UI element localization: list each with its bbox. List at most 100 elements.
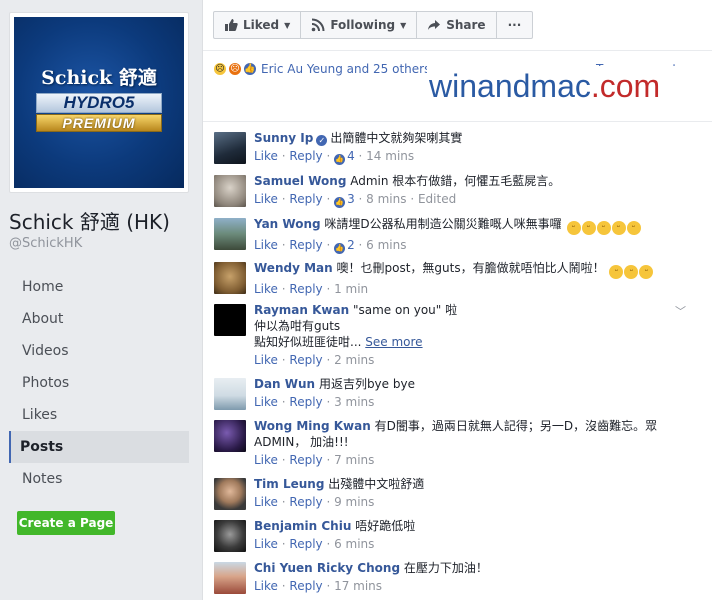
comment-like-count[interactable]: 👍 3 [334,192,355,208]
comment-author[interactable]: Wendy Man [254,261,333,275]
comment-text: 咪請埋D公器私用制造公關災難嘅人咪無事囉 [324,217,562,231]
like-link[interactable]: Like [254,537,278,551]
reply-link[interactable]: Reply [289,495,322,509]
reply-link[interactable]: Reply [289,238,322,252]
share-button[interactable]: Share [416,11,497,39]
laughing-emoji-icon: ᵕ [626,221,641,235]
like-reaction-icon: 👍 [243,62,257,76]
like-link[interactable]: Like [254,238,278,252]
comment-text-line: ADMIN， 加油!!! [254,435,349,449]
comment-time[interactable]: 9 mins [334,495,374,509]
thumbs-up-icon: 👍 [334,197,346,208]
reactions-bar[interactable]: ☹ ☹ 👍 Eric Au Yeung and 25 others [213,58,430,80]
post-panel: Liked ▼ Following ▼ Share ··· ☹ ☹ 👍 Eric… [202,0,712,600]
avatar[interactable] [214,478,246,510]
avatar[interactable] [214,420,246,452]
following-button[interactable]: Following ▼ [300,11,418,39]
comment-time[interactable]: 3 mins [334,395,374,409]
reply-link[interactable]: Reply [289,537,322,551]
avatar[interactable] [214,132,246,164]
chevron-down-icon: ▼ [400,20,407,30]
comment-text: 用返吉列bye bye [318,377,415,391]
avatar[interactable] [214,520,246,552]
liked-button[interactable]: Liked ▼ [213,11,302,39]
laughing-emoji-icon: ᵕ [596,221,611,235]
create-page-button[interactable]: Create a Page [17,511,115,535]
logo-hydro: HYDRO5 [36,93,162,113]
thumbs-up-icon: 👍 [334,154,346,165]
nav-item-videos[interactable]: Videos [9,335,189,367]
comment-author[interactable]: Samuel Wong [254,174,346,188]
like-link[interactable]: Like [254,192,278,206]
comment-time[interactable]: 2 mins [334,353,374,367]
nav-item-likes[interactable]: Likes [9,399,189,431]
comment-time[interactable]: 14 mins [366,149,414,163]
reply-link[interactable]: Reply [289,282,322,296]
laughing-emoji-icon: ᵕ [624,265,639,279]
reply-link[interactable]: Reply [289,192,322,206]
comment-text: 有D闇事，過兩日就無人記得；另一D，沒齒難忘。眾 [374,419,658,433]
like-link[interactable]: Like [254,453,278,467]
like-link[interactable]: Like [254,495,278,509]
see-more-link[interactable]: See more [365,335,422,349]
nav-item-home[interactable]: Home [9,271,189,303]
nav-item-posts[interactable]: Posts [9,431,189,463]
watermark: winandmac.com [427,66,697,116]
comment-like-count[interactable]: 👍 2 [334,238,355,254]
page-nav: Home About Videos Photos Likes Posts Not… [9,271,189,495]
watermark-text: winandmac.com [429,68,661,104]
verified-icon: ✓ [316,135,328,146]
laughing-emoji-icon: ᵕ [639,265,654,279]
avatar[interactable] [214,175,246,207]
laughing-emoji-icon: ᵕ [566,221,581,235]
nav-item-about[interactable]: About [9,303,189,335]
divider [203,121,712,122]
avatar[interactable] [214,304,246,336]
comment-author[interactable]: Benjamin Chiu [254,519,351,533]
like-link[interactable]: Like [254,149,278,163]
reply-link[interactable]: Reply [289,353,322,367]
reply-link[interactable]: Reply [289,453,322,467]
profile-picture: Schick 舒適 HYDRO5 PREMIUM [14,17,184,188]
comment-time[interactable]: 1 min [334,282,368,296]
comment-like-count[interactable]: 👍 4 [334,149,355,165]
comment-author[interactable]: Sunny Ip [254,131,313,145]
comment-time[interactable]: 6 mins [366,238,406,252]
like-link[interactable]: Like [254,353,278,367]
like-link[interactable]: Like [254,395,278,409]
more-options-button[interactable]: ··· [495,11,534,39]
comment-text: Admin 根本冇做錯，何懼五毛藍屍言。 [350,174,561,188]
comment-time[interactable]: 8 mins [366,192,406,206]
profile-picture-frame[interactable]: Schick 舒適 HYDRO5 PREMIUM [9,12,189,193]
avatar[interactable] [214,218,246,250]
laughing-emoji-icon: ᵕ [611,221,626,235]
comment-author[interactable]: Tim Leung [254,477,324,491]
share-label: Share [446,18,486,32]
reaction-names[interactable]: Eric Au Yeung and 25 others [261,62,430,76]
avatar[interactable] [214,378,246,410]
comment-time[interactable]: 6 mins [334,537,374,551]
avatar[interactable] [214,562,246,594]
reply-link[interactable]: Reply [289,149,322,163]
nav-item-notes[interactable]: Notes [9,463,189,495]
edited-label[interactable]: Edited [418,192,456,206]
comment-time[interactable]: 7 mins [334,453,374,467]
nav-item-photos[interactable]: Photos [9,367,189,399]
comment-author[interactable]: Wong Ming Kwan [254,419,371,433]
like-link[interactable]: Like [254,579,278,593]
like-link[interactable]: Like [254,282,278,296]
avatar[interactable] [214,262,246,294]
comment-text-line: 仲以為咁有guts [254,319,341,333]
comment-time[interactable]: 17 mins [334,579,382,593]
page-handle[interactable]: @SchickHK [9,236,82,251]
comment-options-chevron-icon[interactable]: ﹀ [675,303,686,319]
reply-link[interactable]: Reply [289,395,322,409]
reply-link[interactable]: Reply [289,579,322,593]
page-title[interactable]: Schick 舒適 (HK) [9,206,170,235]
comment-author[interactable]: Yan Wong [254,217,321,231]
comment-author[interactable]: Chi Yuen Ricky Chong [254,561,400,575]
logo-brand: Schick 舒適 [41,67,157,89]
comment-author[interactable]: Rayman Kwan [254,303,349,317]
laughing-emoji-icon: ᵕ [609,265,624,279]
comment-author[interactable]: Dan Wun [254,377,315,391]
